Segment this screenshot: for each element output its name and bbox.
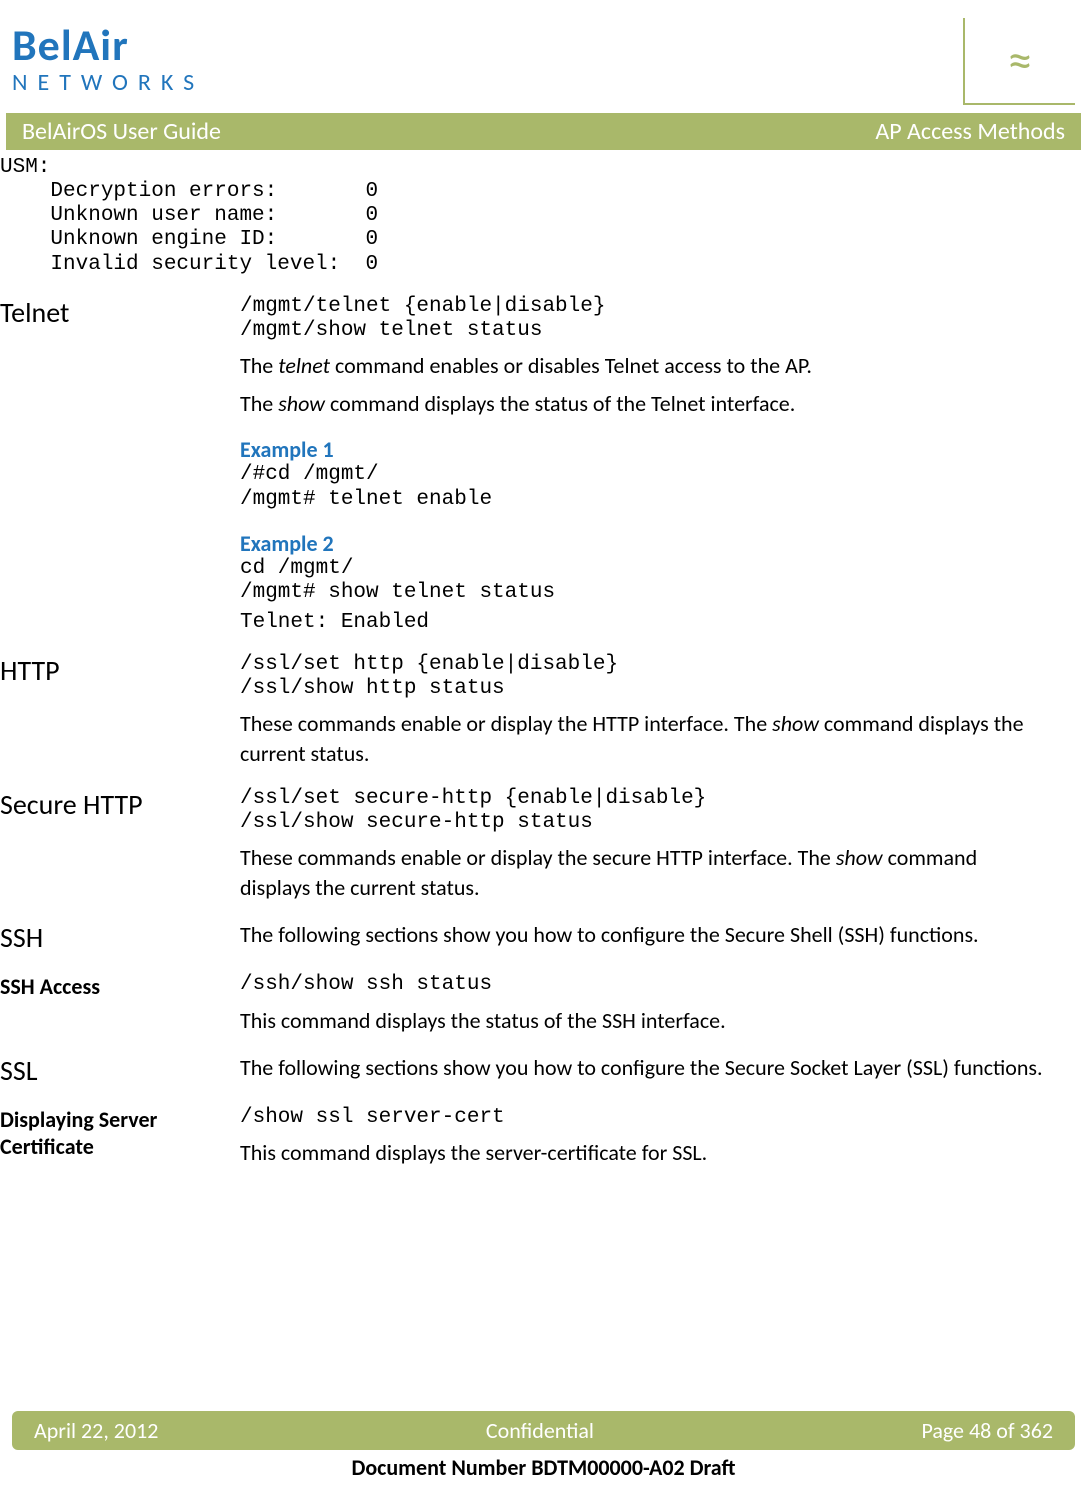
ssh-heading: SSH [0,920,240,955]
telnet-example-1-heading: Example 1 [240,436,1047,463]
server-cert-command: /show ssl server-cert [240,1106,1047,1130]
telnet-example-2-heading: Example 2 [240,530,1047,557]
page-footer: April 22, 2012 Confidential Page 48 of 3… [0,1411,1087,1481]
guide-title: BelAirOS User Guide [22,117,221,146]
telnet-example-2: cd /mgmt/ /mgmt# show telnet status [240,557,1047,605]
footer-docnumber: Document Number BDTM00000-A02 Draft [0,1454,1087,1481]
ssh-access-command: /ssh/show ssh status [240,973,1047,997]
ssl-desc: The following sections show you how to c… [240,1053,1047,1083]
usm-output: USM: Decryption errors: 0 Unknown user n… [0,156,1047,277]
ssh-access-desc: This command displays the status of the … [240,1006,1047,1036]
page-header: BelAir NETWORKS ≈ [0,0,1087,105]
secure-http-heading: Secure HTTP [0,787,240,822]
ssh-access-heading: SSH Access [0,973,240,1000]
secure-http-command: /ssl/set secure-http {enable|disable} /s… [240,787,1047,835]
telnet-desc-1: The telnet command enables or disables T… [240,351,1047,381]
http-command: /ssl/set http {enable|disable} /ssl/show… [240,653,1047,701]
telnet-command: /mgmt/telnet {enable|disable} /mgmt/show… [240,295,1047,343]
ssl-heading: SSL [0,1053,240,1088]
logo-subtitle: NETWORKS [12,68,204,97]
section-title: AP Access Methods [875,117,1065,146]
title-bar: BelAirOS User Guide AP Access Methods [6,113,1081,150]
telnet-example-1: /#cd /mgmt/ /mgmt# telnet enable [240,463,1047,511]
telnet-heading: Telnet [0,295,240,330]
swoosh-icon: ≈ [1008,46,1033,76]
secure-http-desc: These commands enable or display the sec… [240,843,1047,902]
logo: BelAir NETWORKS [12,18,204,97]
http-desc: These commands enable or display the HTT… [240,709,1047,768]
server-cert-heading: Displaying Server Certificate [0,1106,240,1160]
footer-page: Page 48 of 362 [921,1417,1053,1444]
ssh-desc: The following sections show you how to c… [240,920,1047,950]
brand-icon: ≈ [963,18,1075,105]
logo-name: BelAir [12,18,204,72]
footer-date: April 22, 2012 [34,1417,158,1444]
footer-bar: April 22, 2012 Confidential Page 48 of 3… [12,1411,1075,1450]
http-heading: HTTP [0,653,240,688]
telnet-desc-2: The show command displays the status of … [240,389,1047,419]
server-cert-desc: This command displays the server-certifi… [240,1138,1047,1168]
telnet-example-2-output: Telnet: Enabled [240,611,1047,635]
footer-confidential: Confidential [486,1417,594,1444]
